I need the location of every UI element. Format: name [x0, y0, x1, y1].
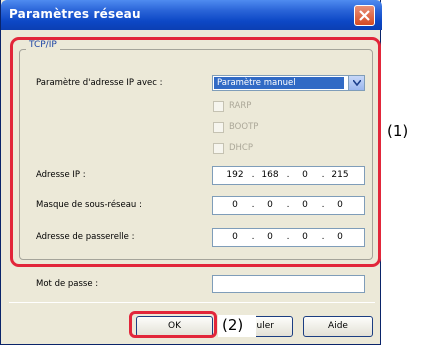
close-icon — [359, 10, 370, 21]
highlight-frame-1 — [10, 37, 381, 267]
password-label: Mot de passe : — [36, 279, 99, 289]
close-button[interactable] — [354, 5, 375, 26]
help-button[interactable]: Aide — [303, 316, 373, 337]
callout-2: (2) — [222, 316, 244, 334]
divider — [9, 302, 375, 303]
callout-1: (1) — [387, 122, 409, 140]
highlight-frame-2 — [129, 311, 217, 338]
dialog-title: Paramètres réseau — [9, 7, 141, 21]
title-bar[interactable]: Paramètres réseau — [1, 0, 382, 30]
password-input[interactable] — [212, 275, 365, 293]
